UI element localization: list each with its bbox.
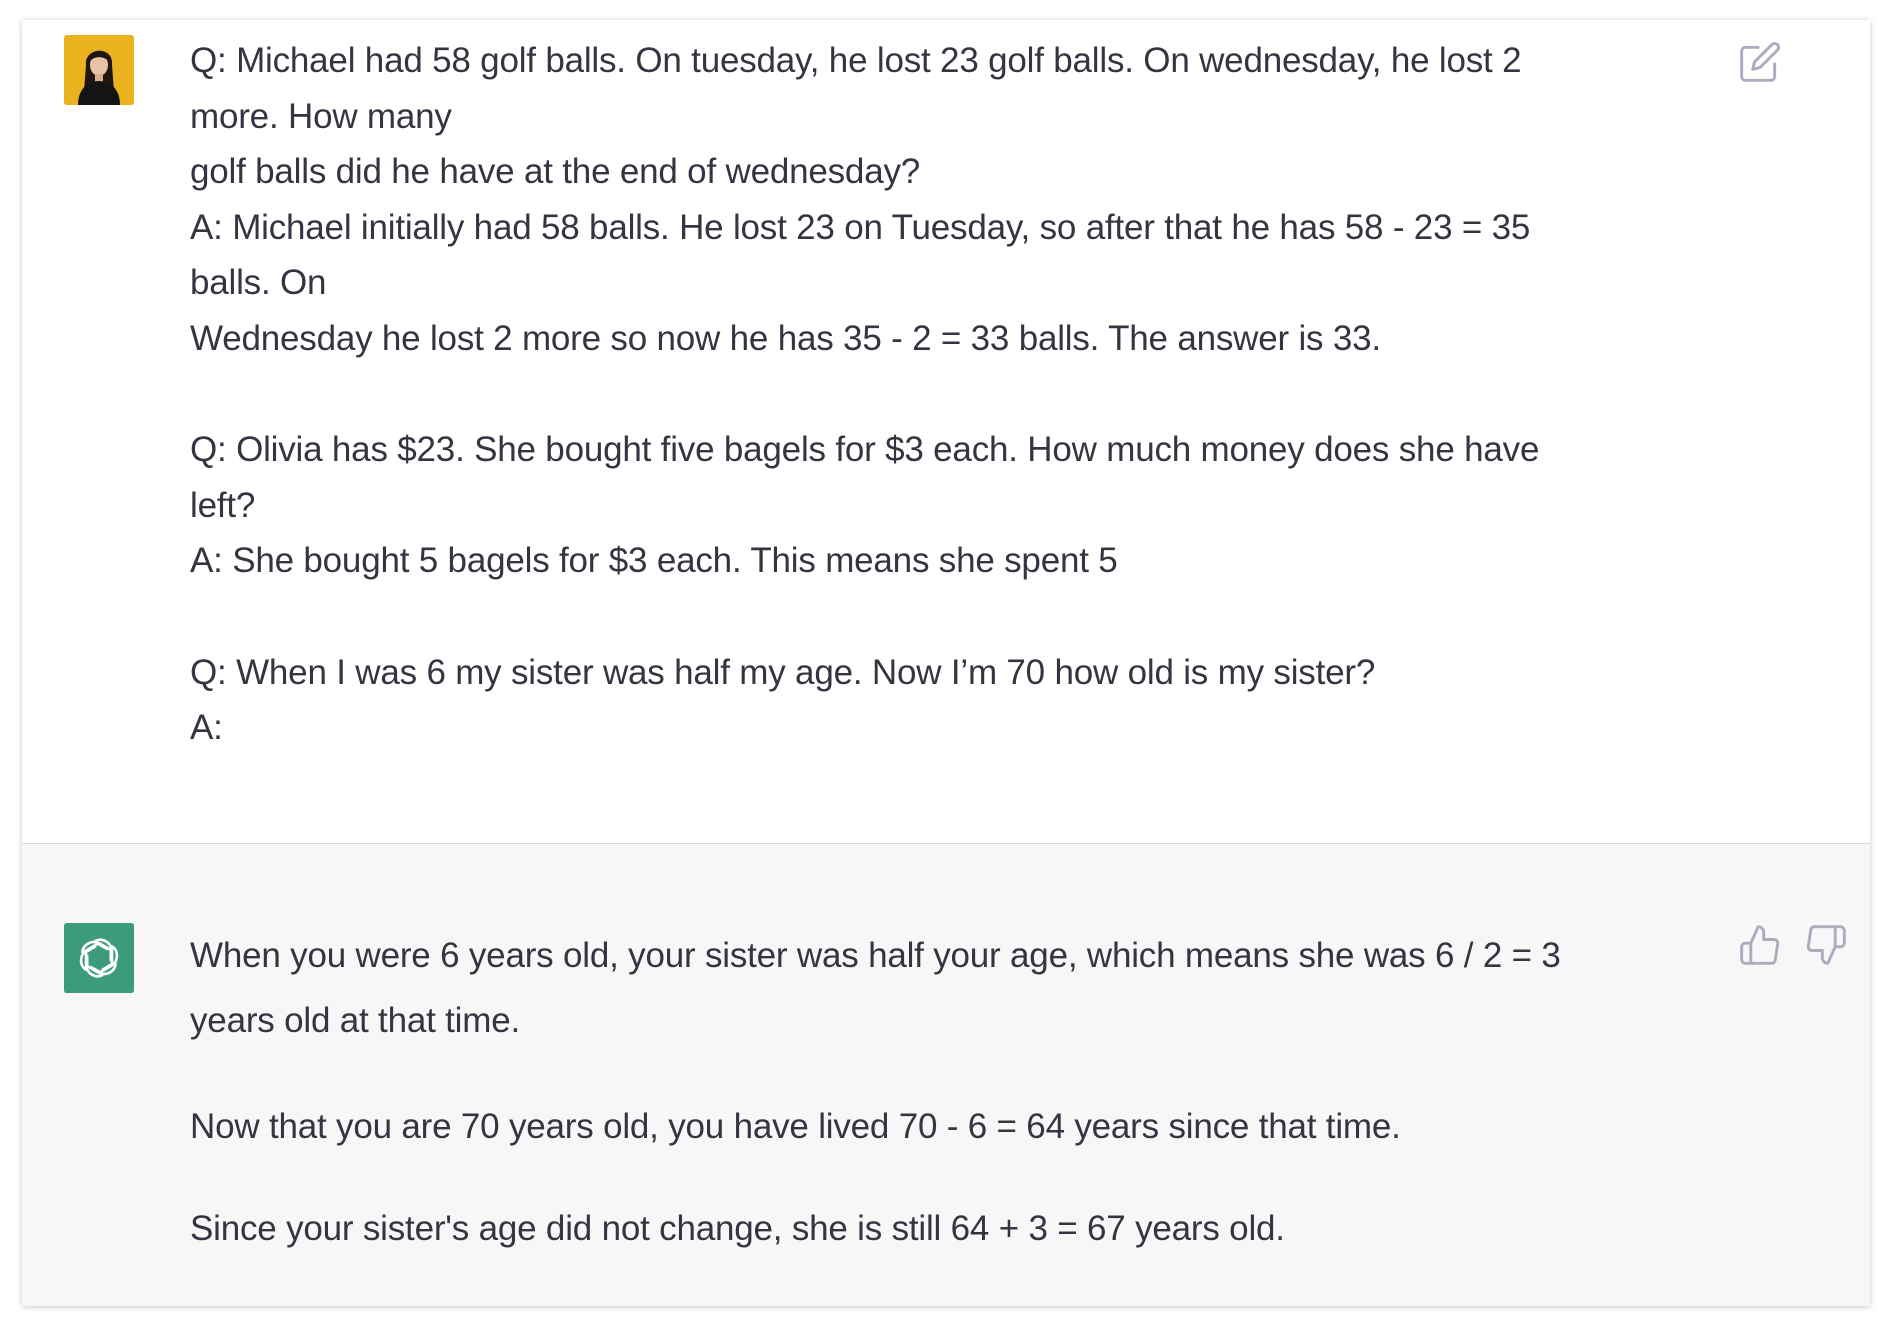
message-line: Q: Olivia has $23. She bought five bagel… <box>190 430 1540 470</box>
user-message-text: Q: Michael had 58 golf balls. On tuesday… <box>190 33 1730 756</box>
message-line: Q: When I was 6 my sister was half my ag… <box>190 652 1376 692</box>
message-line: more. How many <box>190 96 452 136</box>
thumbs-down-button[interactable] <box>1804 923 1848 967</box>
thumbs-down-icon <box>1806 925 1846 965</box>
message-line: A: She bought 5 bagels for $3 each. This… <box>190 541 1118 581</box>
answer-paragraph: When you were 6 years old, your sister w… <box>190 923 1730 1053</box>
user-avatar-woman-icon <box>64 35 134 105</box>
message-line: A: <box>190 708 223 748</box>
message-line: Now that you are 70 years old, you have … <box>190 1107 1401 1146</box>
chat-window: Q: Michael had 58 golf balls. On tuesday… <box>22 20 1870 1306</box>
openai-logo-icon <box>64 923 134 993</box>
message-line: golf balls did he have at the end of wed… <box>190 152 921 192</box>
answer-paragraph: Since your sister's age did not change, … <box>190 1201 1730 1257</box>
message-line: A: Michael initially had 58 balls. He lo… <box>190 207 1531 247</box>
message-line: Q: Michael had 58 golf balls. On tuesday… <box>190 41 1522 80</box>
message-line: Wednesday he lost 2 more so now he has 3… <box>190 318 1381 358</box>
edit-message-button[interactable] <box>1738 40 1782 84</box>
thumbs-up-icon <box>1740 925 1780 965</box>
message-line: balls. On <box>190 263 327 303</box>
message-line: years old at that time. <box>190 1001 521 1040</box>
answer-paragraph: Now that you are 70 years old, you have … <box>190 1099 1730 1155</box>
thumbs-up-button[interactable] <box>1738 923 1782 967</box>
message-line: When you were 6 years old, your sister w… <box>190 936 1561 975</box>
assistant-message-text: When you were 6 years old, your sister w… <box>190 923 1730 1256</box>
user-avatar <box>64 35 134 105</box>
message-line: Since your sister's age did not change, … <box>190 1208 1285 1248</box>
assistant-message: When you were 6 years old, your sister w… <box>22 844 1870 1306</box>
user-message: Q: Michael had 58 golf balls. On tuesday… <box>22 20 1870 844</box>
edit-icon <box>1740 42 1780 82</box>
message-line: left? <box>190 485 256 525</box>
assistant-avatar <box>64 923 134 993</box>
